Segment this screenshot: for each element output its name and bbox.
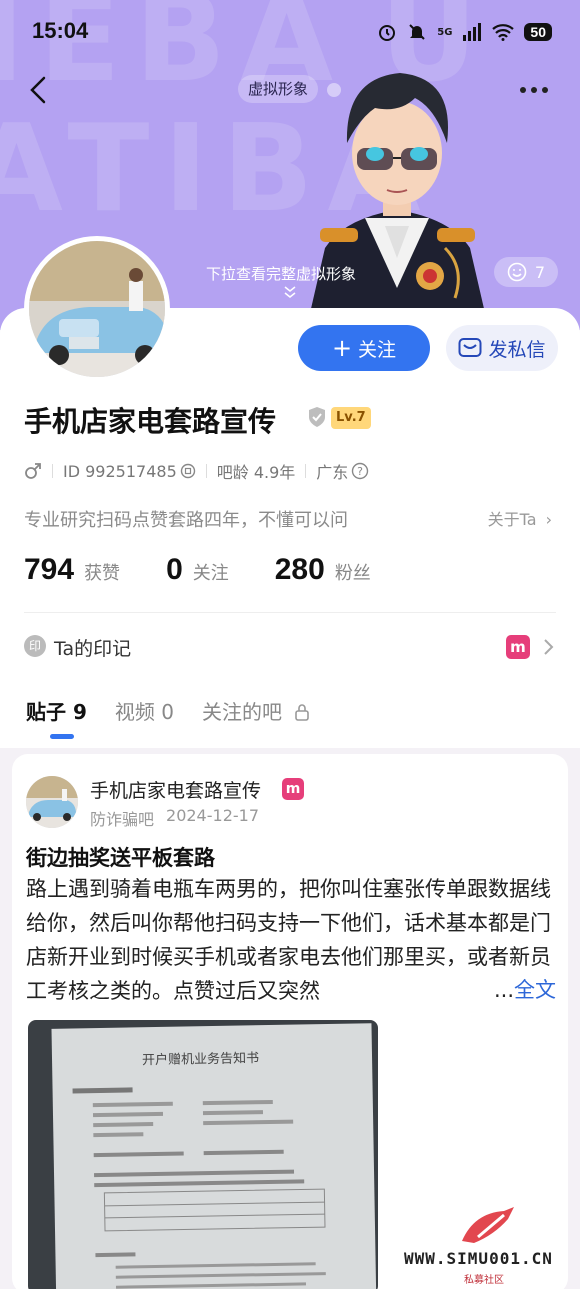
user-region: 广东: [316, 463, 349, 482]
alarm-icon: [379, 25, 396, 41]
read-more-link[interactable]: 全文: [514, 978, 556, 1002]
back-button[interactable]: [22, 72, 58, 108]
user-bio: 专业研究扫码点赞套路四年，不懂可以问: [24, 510, 348, 531]
avatar-likes-button[interactable]: 7: [494, 257, 558, 287]
battery-indicator: 50: [524, 23, 552, 41]
status-time: 15:04: [32, 18, 89, 43]
pull-down-hint: 下拉查看完整虚拟形象: [206, 265, 357, 283]
level-badge[interactable]: Lv.7: [331, 407, 371, 429]
stamp-icon: 印: [24, 635, 46, 657]
post-forum[interactable]: 防诈骗吧: [90, 806, 154, 830]
following-label: 关注: [192, 563, 229, 584]
signal-icon: [463, 23, 482, 41]
wifi-icon: [492, 24, 515, 41]
site-watermark: WWW.SIMU001.CN 私募社区: [404, 1205, 580, 1289]
tab-followed-bars-label: 关注的吧: [201, 700, 282, 724]
dot-icon: [542, 87, 548, 93]
followers-count[interactable]: 280: [275, 553, 325, 587]
send-message-label: 发私信: [488, 338, 546, 361]
divider: [52, 464, 53, 478]
smile-icon: [507, 262, 527, 282]
copy-icon[interactable]: [180, 463, 196, 479]
profile-stats: 794 获赞 0 关注 280 粉丝: [24, 553, 371, 587]
document-text-lines: [72, 1087, 326, 1289]
post-author-name[interactable]: 手机店家电套路宣传: [90, 776, 261, 803]
likes-label: 获赞: [84, 563, 121, 584]
plus-icon: +: [331, 334, 353, 362]
tab-videos[interactable]: 视频 0: [115, 696, 174, 725]
follow-button-label: 关注: [358, 338, 397, 361]
username: 手机店家电套路宣传: [24, 405, 277, 438]
profile-meta-row: ID 992517485 吧龄 4.9年 广东 ?: [24, 459, 369, 483]
document-photo: 开户赠机业务告知书: [51, 1023, 377, 1289]
avatar-photo: [26, 776, 78, 828]
status-icons: 5G 50: [377, 18, 552, 46]
shield-icon: [309, 407, 325, 427]
following-count[interactable]: 0: [166, 553, 183, 587]
divider: [305, 464, 307, 478]
send-message-button[interactable]: 发私信: [446, 325, 558, 371]
post-date: 2024-12-17: [166, 806, 259, 825]
divider: [205, 464, 207, 478]
mark-badge-icon: m: [506, 635, 530, 659]
help-icon[interactable]: ?: [351, 462, 369, 480]
user-marks-row[interactable]: 印 Ta的印记 m: [24, 632, 556, 660]
about-link[interactable]: 关于Ta ›: [488, 506, 552, 530]
user-avatar[interactable]: [24, 236, 170, 382]
post-body[interactable]: 路上遇到骑着电瓶车两男的，把你叫住塞张传单跟数据线给你，然后叫你帮他扫码支持一下…: [26, 872, 556, 1008]
likes-count[interactable]: 794: [24, 553, 74, 587]
tab-followed-bars[interactable]: 关注的吧: [202, 696, 310, 725]
post-title[interactable]: 街边抽奖送平板套路: [26, 842, 215, 872]
bar-age: 吧龄 4.9年: [216, 463, 296, 482]
chevron-left-icon: [30, 76, 46, 104]
dot-icon: [520, 87, 526, 93]
more-options-button[interactable]: [520, 80, 556, 100]
active-tab-indicator: [50, 734, 74, 739]
avatar-likes-count: 7: [534, 262, 546, 282]
ellipsis: ...: [494, 978, 515, 1002]
about-label: 关于Ta: [487, 510, 537, 529]
mute-bell-icon: [409, 24, 425, 40]
marks-label: Ta的印记: [54, 638, 132, 660]
watermark-text: WWW.SIMU001.CN: [404, 1249, 553, 1268]
network-label: 5G: [437, 26, 453, 38]
section-divider: [24, 612, 556, 613]
message-icon: [458, 338, 482, 357]
author-badge-icon: m: [282, 778, 304, 800]
watermark-subtext: 私募社区: [464, 1275, 504, 1286]
read-more[interactable]: ...全文: [490, 974, 557, 1004]
lock-icon: [295, 704, 310, 721]
svg-text:?: ?: [357, 465, 363, 478]
follow-button[interactable]: + 关注: [298, 325, 430, 371]
watermark-logo: [462, 1207, 514, 1243]
dot-icon: [531, 87, 537, 93]
post-image[interactable]: 开户赠机业务告知书: [28, 1020, 378, 1289]
male-icon: [25, 463, 41, 479]
chevron-right-icon: [544, 639, 554, 655]
user-id: ID 992517485: [63, 461, 177, 481]
post-author-avatar[interactable]: [26, 776, 78, 828]
status-bar: 15:04 5G 50: [0, 0, 580, 60]
profile-tabs: 贴子 9 视频 0 关注的吧: [26, 696, 310, 725]
tab-posts[interactable]: 贴子 9: [26, 696, 87, 725]
chevron-right-icon: ›: [545, 510, 552, 529]
double-chevron-down-icon: [283, 285, 297, 302]
post-meta: 防诈骗吧 2024-12-17: [90, 806, 259, 830]
followers-label: 粉丝: [334, 563, 371, 584]
